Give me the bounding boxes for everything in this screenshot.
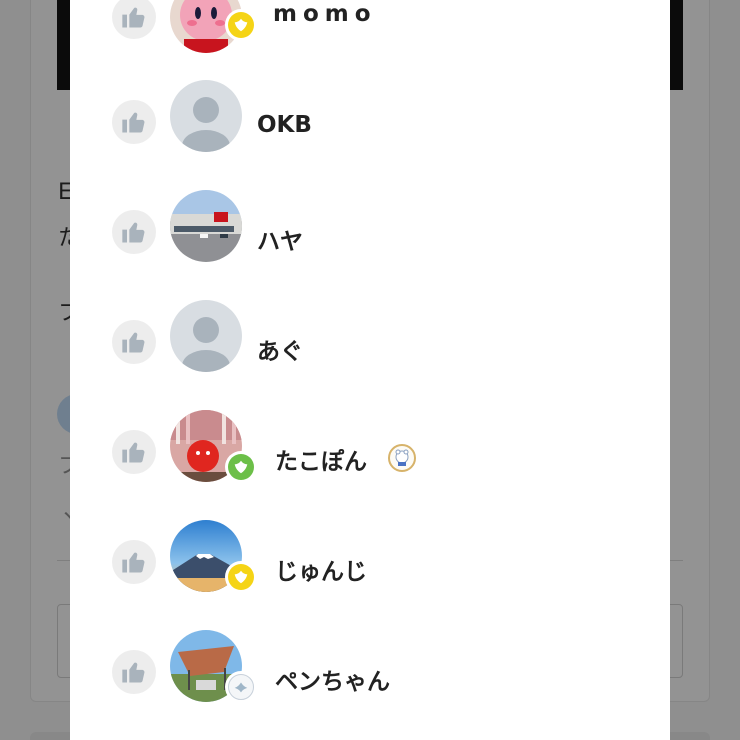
like-button[interactable] [112, 210, 156, 254]
list-item[interactable]: OKB [70, 61, 670, 171]
user-badge [225, 9, 257, 41]
yellow-leaf-badge [228, 564, 254, 590]
avatar[interactable] [170, 300, 242, 372]
thumbs-up-icon [122, 442, 145, 463]
thumbs-up-icon [122, 552, 145, 573]
list-item[interactable]: ペンちゃん [70, 611, 670, 721]
user-badge [225, 561, 257, 593]
store-building-photo [170, 190, 242, 262]
yellow-leaf-badge [228, 12, 254, 38]
silver-wing-badge [228, 674, 254, 700]
thumbs-up-icon [122, 7, 145, 28]
user-name[interactable]: じゅんじ [275, 552, 367, 586]
default-avatar [170, 80, 242, 152]
like-button[interactable] [112, 0, 156, 39]
avatar[interactable] [170, 80, 242, 152]
like-button[interactable] [112, 540, 156, 584]
thumbs-up-icon [122, 222, 145, 243]
default-avatar [170, 300, 242, 372]
like-button[interactable] [112, 650, 156, 694]
user-name[interactable]: ハヤ [257, 222, 303, 256]
user-name[interactable]: たこぽん [275, 442, 367, 476]
user-name[interactable]: あぐ [257, 332, 303, 366]
user-name[interactable]: OKB [257, 112, 312, 138]
thumbs-up-icon [122, 662, 145, 683]
list-item[interactable]: たこぽん [70, 391, 670, 501]
avatar[interactable] [170, 190, 242, 262]
green-leaf-badge [228, 454, 254, 480]
list-item[interactable]: あぐ [70, 281, 670, 391]
bear-sticker-icon [388, 444, 416, 472]
like-button[interactable] [112, 320, 156, 364]
thumbs-up-icon [122, 332, 145, 353]
user-name[interactable]: momo [273, 1, 377, 27]
like-button[interactable] [112, 430, 156, 474]
user-name[interactable]: ペンちゃん [275, 662, 390, 696]
user-badge [225, 451, 257, 483]
like-button[interactable] [112, 100, 156, 144]
user-badge [225, 671, 257, 703]
likes-modal: momo OKB ハヤ あぐ たこぽん じゅんじ ペンちゃん [70, 0, 670, 740]
thumbs-up-icon [122, 112, 145, 133]
list-item[interactable]: じゅんじ [70, 501, 670, 611]
list-item[interactable]: ハヤ [70, 171, 670, 281]
